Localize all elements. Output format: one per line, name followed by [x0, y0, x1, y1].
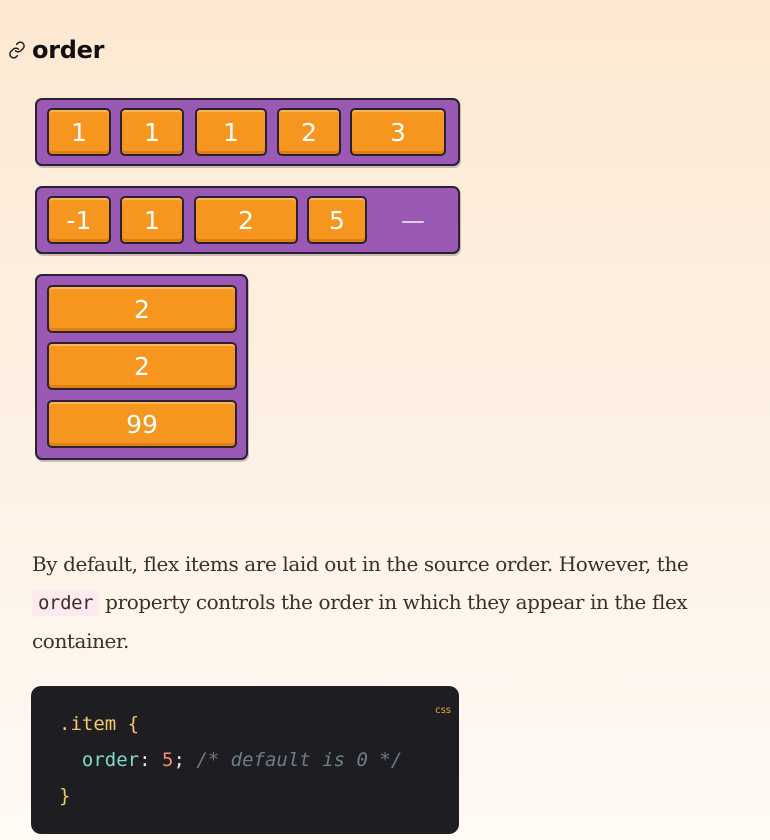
link-icon[interactable]: [6, 39, 28, 61]
flex-container-column: 2 2 99: [35, 274, 248, 460]
description-text-before: By default, flex items are laid out in t…: [32, 552, 689, 576]
flex-item: 1: [120, 108, 184, 156]
code-line-3: }: [59, 778, 431, 814]
code-open-brace: {: [127, 713, 140, 735]
flex-item: 2: [194, 196, 298, 244]
flex-item: 2: [47, 342, 237, 390]
code-comment: /* default is 0 */: [196, 749, 403, 771]
code-property: order: [81, 749, 140, 771]
flex-container-row-1: 1 1 1 2 3: [35, 98, 460, 166]
code-colon: :: [139, 749, 151, 771]
flex-item: 2: [277, 108, 341, 156]
flex-item: 1: [120, 196, 184, 244]
flex-item: 1: [47, 108, 111, 156]
flex-item: 3: [350, 108, 446, 156]
code-block: css .item { order: 5; /* default is 0 */…: [31, 686, 459, 834]
empty-space-marker: [402, 221, 424, 223]
flex-item: -1: [47, 196, 111, 244]
code-language-label: css: [435, 705, 451, 716]
section-heading: order: [6, 34, 104, 66]
code-selector: .item: [59, 713, 117, 735]
flex-container-row-2: -1 1 2 5: [35, 186, 460, 254]
code-value: 5: [162, 749, 174, 771]
code-semicolon: ;: [173, 749, 185, 771]
inline-code-order: order: [32, 590, 100, 616]
flex-item: 99: [47, 400, 237, 448]
code-line-1: .item {: [59, 706, 431, 742]
description-text-after: property controls the order in which the…: [32, 590, 688, 653]
code-close-brace: }: [59, 785, 71, 807]
flex-item: 2: [47, 285, 237, 333]
description-paragraph: By default, flex items are laid out in t…: [32, 545, 747, 660]
section-title: order: [32, 36, 105, 64]
flex-item: 1: [195, 108, 267, 156]
flex-item: 5: [307, 196, 367, 244]
code-line-2: order: 5; /* default is 0 */: [59, 742, 431, 778]
